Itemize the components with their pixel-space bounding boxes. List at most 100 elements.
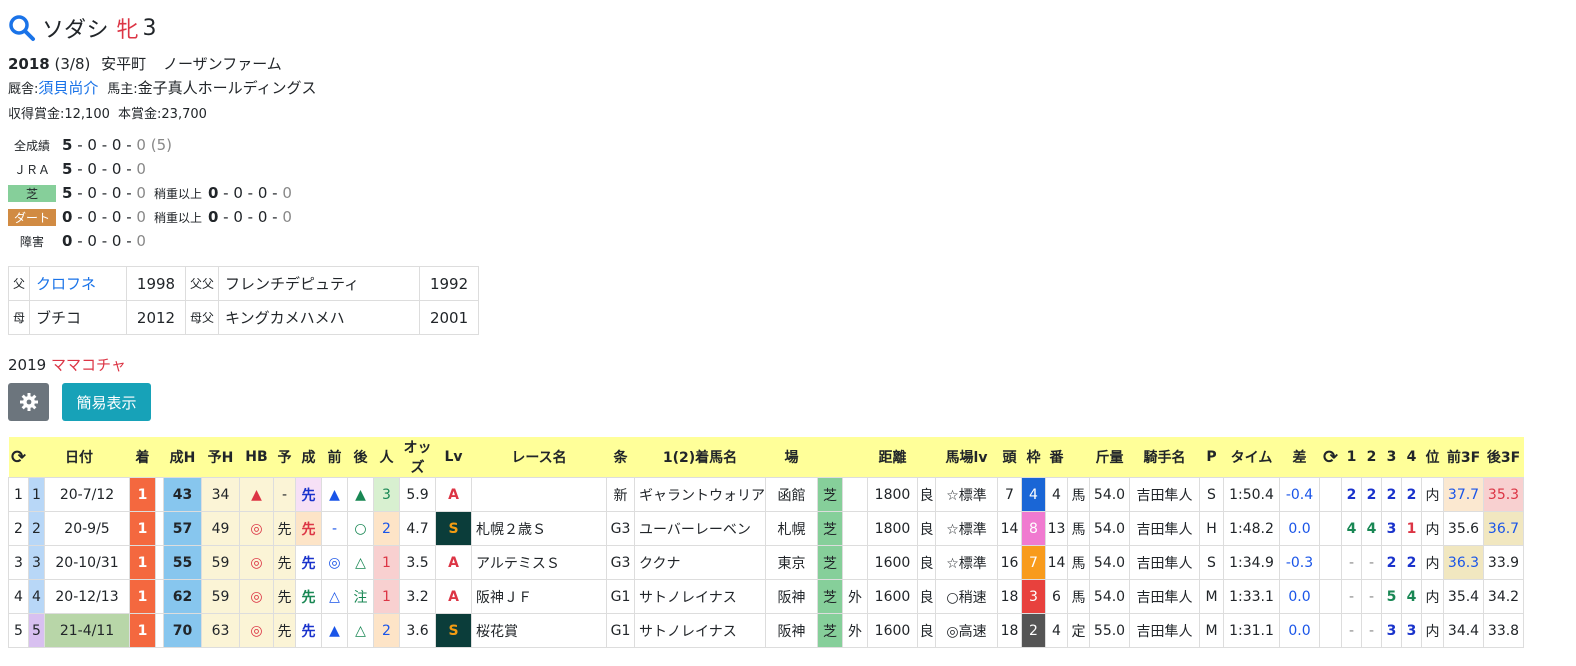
yo-style: 先 (273, 579, 296, 614)
last-3f: 33.8 (1483, 613, 1524, 648)
col-ato[interactable]: 後 (347, 437, 374, 478)
distance: 1600 (867, 579, 918, 614)
race-name[interactable]: 札幌２歳Ｓ (471, 511, 607, 546)
col-corner2[interactable]: 2 (1361, 437, 1382, 478)
col-kinryo[interactable]: 斤量 (1089, 437, 1130, 478)
sire-link[interactable]: クロフネ (36, 275, 96, 293)
col-first3f[interactable]: 前3F (1443, 437, 1484, 478)
corner3: 2 (1381, 545, 1402, 580)
race-name[interactable]: 阪神ＪＦ (471, 579, 607, 614)
jockey[interactable]: 吉田隼人 (1129, 613, 1200, 648)
ato-mark: △ (347, 613, 374, 648)
search-icon[interactable] (8, 14, 36, 42)
race-name[interactable]: アルテミスＳ (471, 545, 607, 580)
winner-name[interactable]: ククナ (634, 545, 766, 580)
winner-name[interactable]: ギャラントウォリア (634, 477, 766, 512)
race-date[interactable]: 21-4/11 (44, 613, 130, 648)
distance: 1600 (867, 545, 918, 580)
yo-style: 先 (273, 511, 296, 546)
corner2: 4 (1361, 511, 1382, 546)
col-ninki[interactable]: 人 (373, 437, 400, 478)
col-place[interactable]: 場 (765, 437, 818, 478)
col-sei[interactable]: 成 (295, 437, 322, 478)
col-rank[interactable]: 着 (129, 437, 156, 478)
stat-value: 0 (136, 184, 146, 202)
jockey[interactable]: 吉田隼人 (1129, 579, 1200, 614)
trainer-link[interactable]: 須貝尚介 (38, 79, 98, 97)
odds: 3.5 (399, 545, 436, 580)
going-level: ☆標準 (935, 545, 998, 580)
jockey[interactable]: 吉田隼人 (1129, 511, 1200, 546)
col-jockey[interactable]: 騎手名 (1129, 437, 1200, 478)
reload-icon[interactable]: ⟳ (1319, 437, 1342, 478)
col-waku[interactable]: 枠 (1021, 437, 1046, 478)
pace: S (1199, 477, 1224, 512)
simple-view-button[interactable]: 簡易表示 (62, 383, 151, 421)
jockey[interactable]: 吉田隼人 (1129, 545, 1200, 580)
owner-label: 馬主: (107, 82, 138, 97)
weight: 55.0 (1089, 613, 1130, 648)
sei-style: 先 (295, 579, 322, 614)
stat-value: 0 (111, 160, 122, 178)
sire-name[interactable]: クロフネ (29, 266, 128, 301)
going-level: ☆標準 (935, 511, 998, 546)
col-race-name[interactable]: レース名 (471, 437, 607, 478)
position: 内 (1421, 511, 1444, 546)
popularity: 3 (373, 477, 400, 512)
col-last3f[interactable]: 後3F (1483, 437, 1524, 478)
col-heads[interactable]: 頭 (997, 437, 1022, 478)
stat-value: 5 (62, 136, 73, 154)
settings-button[interactable] (8, 383, 49, 421)
col-hb[interactable]: HB (239, 437, 274, 478)
col-yo-h[interactable]: 予H (201, 437, 240, 478)
col-ban[interactable]: 番 (1045, 437, 1068, 478)
col-position[interactable]: 位 (1421, 437, 1444, 478)
yo-h: 34 (201, 477, 240, 512)
table-row[interactable]: 3 3 20-10/31 1 55 59 ◎ 先 先 ◎ △ 1 3.5 A ア… (8, 545, 1524, 580)
table-row[interactable]: 4 4 20-12/13 1 62 59 ◎ 先 先 △ 注 1 3.2 A 阪… (8, 579, 1524, 614)
stat-sub-label: 稍重以上 (153, 210, 202, 225)
race-name[interactable] (471, 477, 607, 512)
course-side (842, 511, 868, 546)
race-level: S (435, 613, 472, 648)
winner-name[interactable]: ユーバーレーベン (634, 511, 766, 546)
race-date[interactable]: 20-10/31 (44, 545, 130, 580)
col-time[interactable]: タイム (1223, 437, 1280, 478)
offspring-link[interactable]: ママコチャ (51, 356, 126, 374)
col-pace[interactable]: P (1199, 437, 1224, 478)
stat-value: 0 (136, 136, 146, 154)
dam-name: ブチコ (29, 300, 128, 335)
table-row[interactable]: 1 1 20-7/12 1 43 34 ▲ - 先 ▲ ▲ 3 5.9 A 新 … (8, 477, 1524, 512)
col-mae[interactable]: 前 (321, 437, 348, 478)
finish-rank: 1 (129, 511, 156, 546)
col-winner[interactable]: 1(2)着馬名 (634, 437, 766, 478)
stat-value: 0 (233, 208, 243, 226)
table-row[interactable]: 5 5 21-4/11 1 70 63 ◎ 先 先 ▲ △ 2 3.6 S 桜花… (8, 613, 1524, 648)
race-name[interactable]: 桜花賞 (471, 613, 607, 648)
col-cond[interactable]: 条 (606, 437, 635, 478)
winner-name[interactable]: サトノレイナス (634, 613, 766, 648)
jockey[interactable]: 吉田隼人 (1129, 477, 1200, 512)
horse-age: 3 (142, 15, 157, 41)
col-diff[interactable]: 差 (1279, 437, 1320, 478)
horse-number: 13 (1045, 511, 1068, 546)
col-yo[interactable]: 予 (273, 437, 296, 478)
col-lv[interactable]: Lv (435, 437, 472, 478)
col-distance[interactable]: 距離 (867, 437, 918, 478)
col-corner1[interactable]: 1 (1341, 437, 1362, 478)
col-baba-lv[interactable]: 馬場lv (935, 437, 998, 478)
race-date[interactable]: 20-9/5 (44, 511, 130, 546)
race-date[interactable]: 20-7/12 (44, 477, 130, 512)
race-date[interactable]: 20-12/13 (44, 579, 130, 614)
col-corner4[interactable]: 4 (1401, 437, 1422, 478)
col-date[interactable]: 日付 (28, 437, 130, 478)
col-corner3[interactable]: 3 (1381, 437, 1402, 478)
finish-rank: 1 (129, 477, 156, 512)
winner-name[interactable]: サトノレイナス (634, 579, 766, 614)
reload-icon[interactable]: ⟳ (8, 437, 29, 478)
surface: 芝 (817, 511, 843, 546)
table-row[interactable]: 2 2 20-9/5 1 57 49 ◎ 先 先 - ○ 2 4.7 S 札幌２… (8, 511, 1524, 546)
col-sei-h[interactable]: 成H (163, 437, 202, 478)
going: 良 (917, 579, 936, 614)
col-odds[interactable]: オッズ (399, 437, 436, 478)
